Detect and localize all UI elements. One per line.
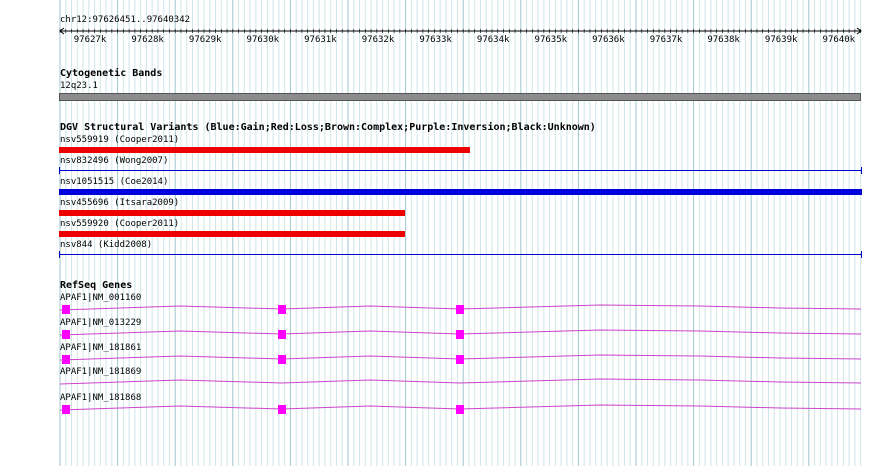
gene-exon[interactable]	[278, 305, 286, 314]
refseq-gene-models[interactable]	[0, 0, 890, 466]
gene-exon[interactable]	[456, 305, 464, 314]
gene-exon[interactable]	[456, 405, 464, 414]
gene-exon[interactable]	[62, 405, 70, 414]
gene-exon[interactable]	[62, 330, 70, 339]
gene-exon[interactable]	[456, 330, 464, 339]
gene-intron-line[interactable]	[59, 378, 862, 385]
genome-browser-view: chr12:97626451..97640342 97627k 97628k 976…	[0, 0, 890, 466]
gene-exon[interactable]	[278, 405, 286, 414]
gene-exon[interactable]	[278, 330, 286, 339]
gene-exon[interactable]	[278, 355, 286, 364]
gene-exon[interactable]	[62, 355, 70, 364]
gene-exon[interactable]	[62, 305, 70, 314]
gene-exon[interactable]	[456, 355, 464, 364]
